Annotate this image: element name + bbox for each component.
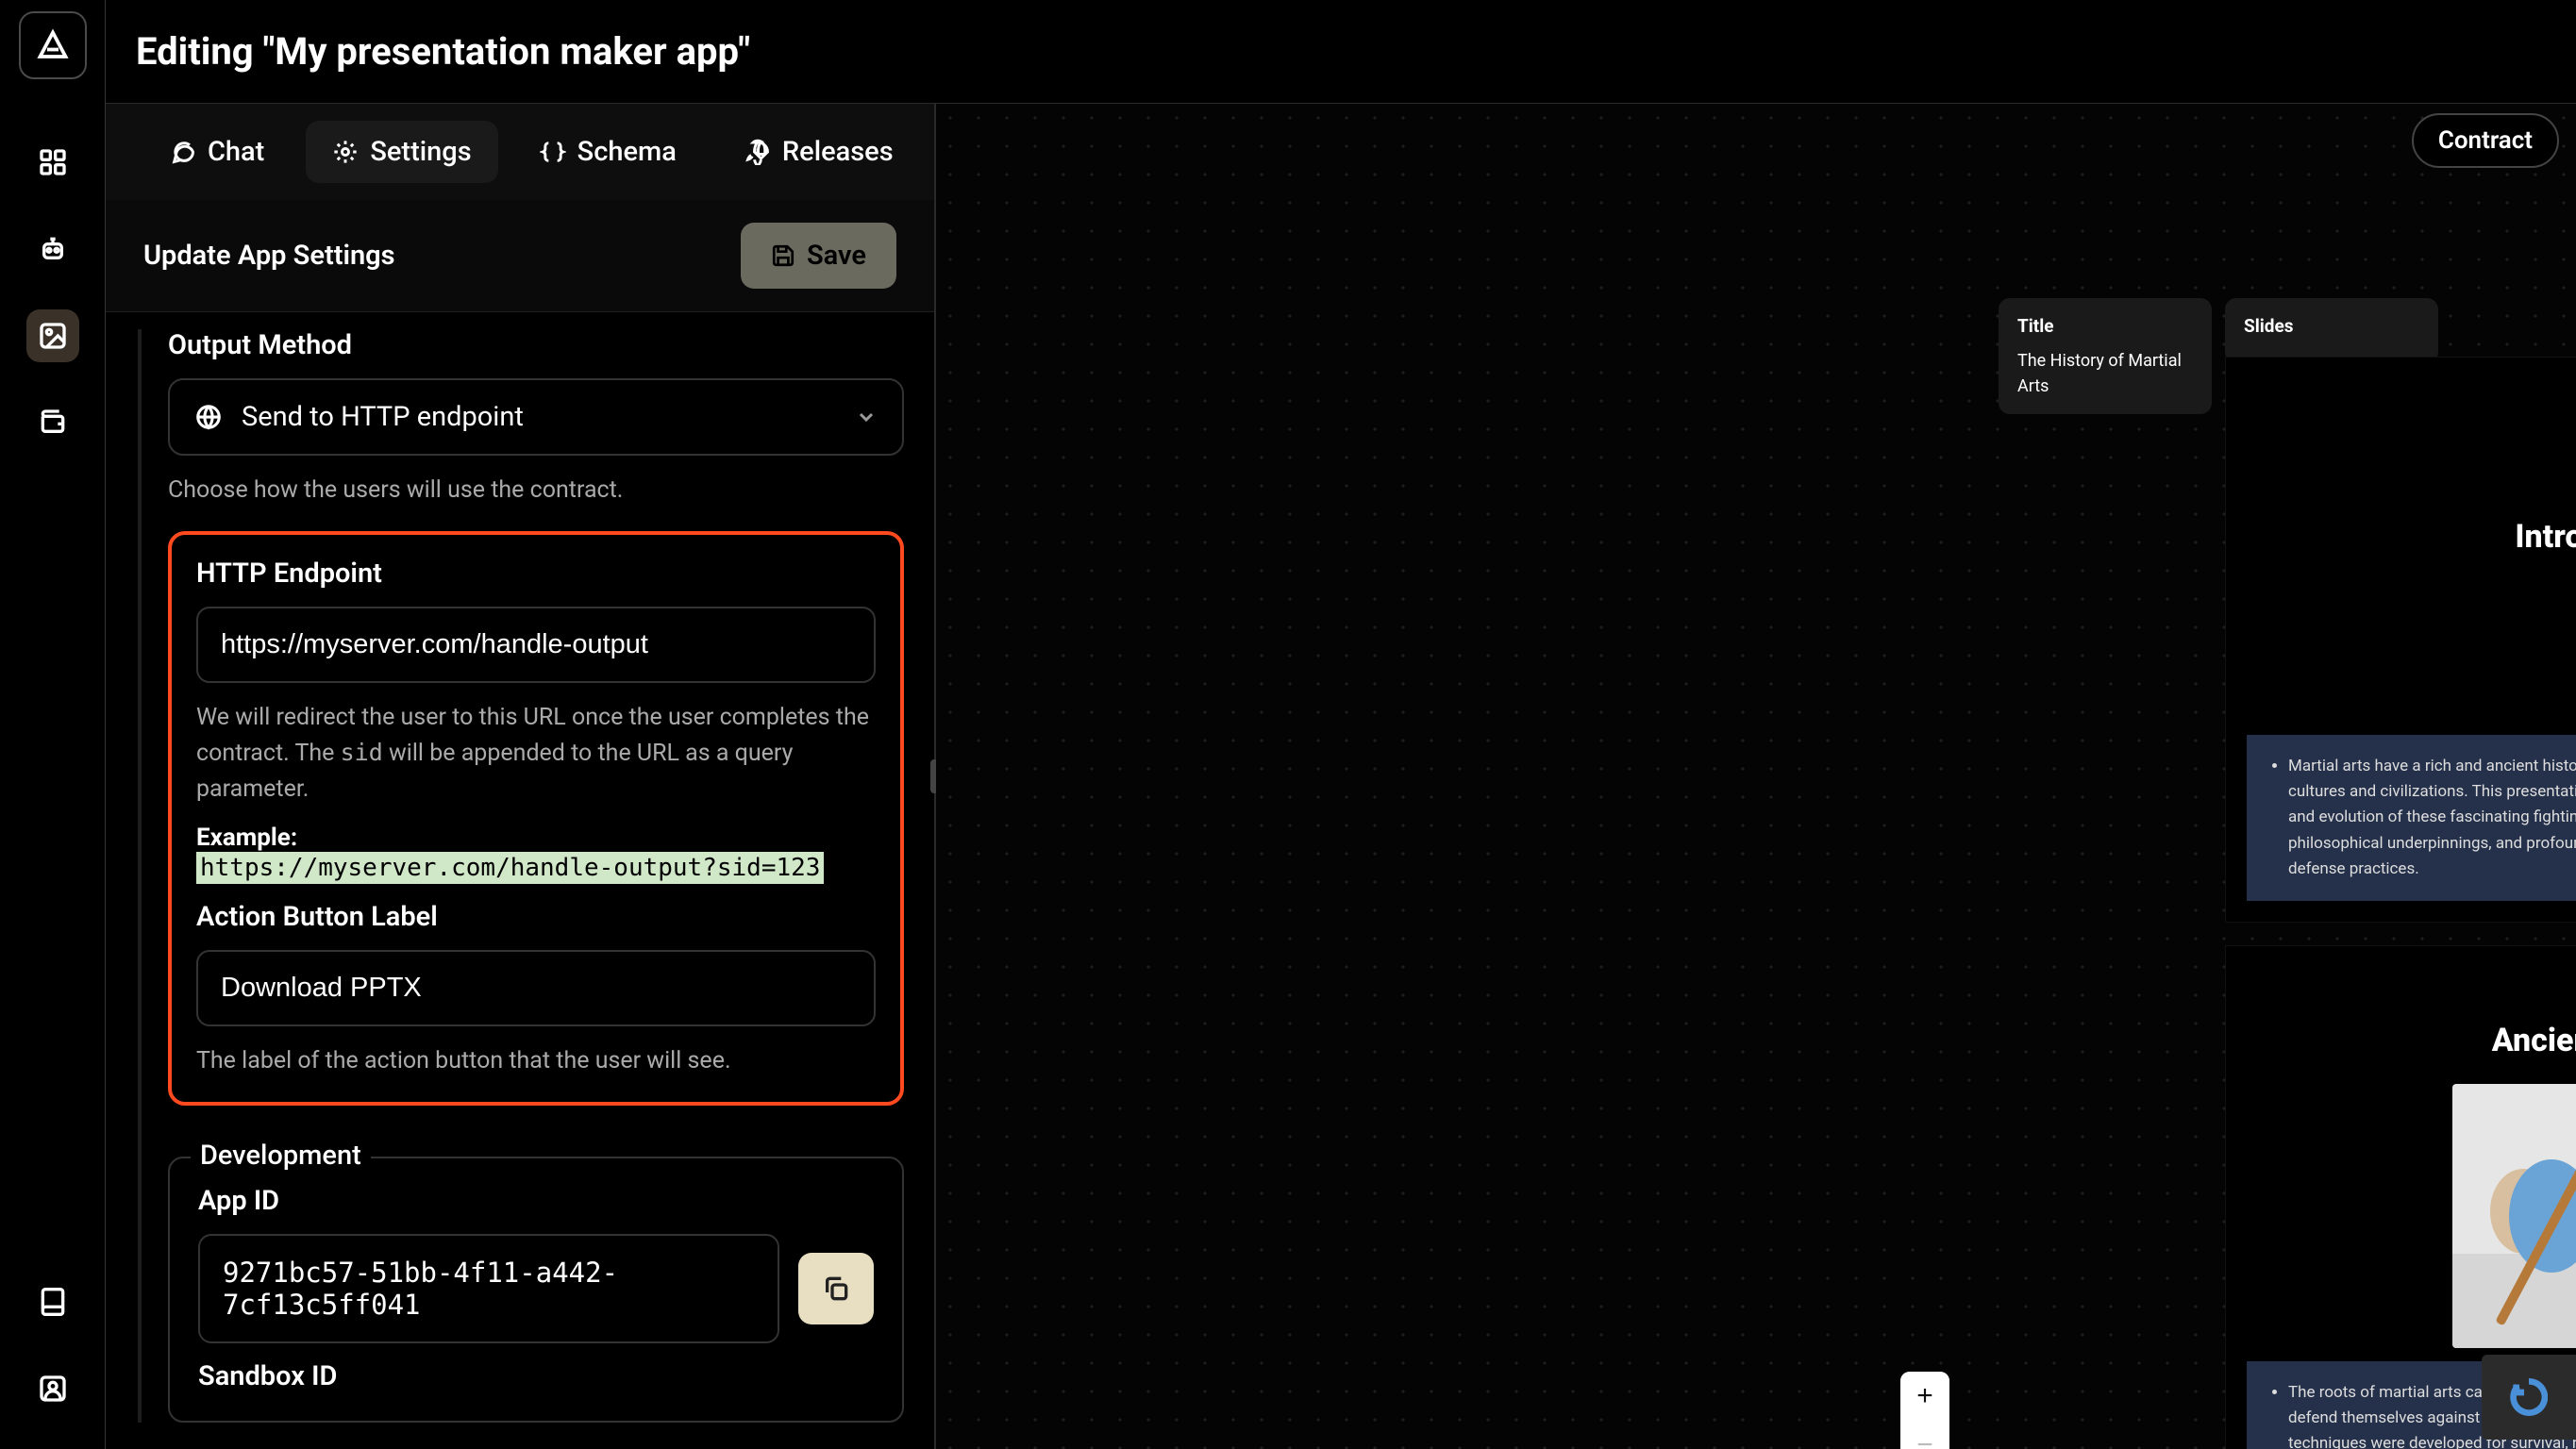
chevron-down-icon — [855, 406, 878, 428]
node-slides[interactable]: Slides — [2225, 298, 2438, 363]
http-endpoint-title: HTTP Endpoint — [196, 558, 876, 590]
slide-1[interactable]: Introduction Martial arts have a rich an… — [2225, 357, 2576, 923]
contract-button[interactable]: Contract — [2412, 113, 2559, 168]
nav-docs[interactable] — [26, 1275, 79, 1328]
globe-icon — [194, 403, 223, 431]
nav-account[interactable] — [26, 1362, 79, 1415]
image-icon — [38, 321, 68, 351]
app-id-label: App ID — [198, 1185, 874, 1217]
panel-tabs: Chat Settings Schema Releases — [106, 104, 934, 200]
app-logo[interactable] — [19, 11, 87, 79]
app-id-value[interactable]: 9271bc57-51bb-4f11-a442-7cf13c5ff041 — [198, 1234, 779, 1343]
nav-apps[interactable] — [26, 309, 79, 362]
tab-releases[interactable]: Releases — [718, 121, 920, 183]
slide-2-illustration — [2452, 1084, 2576, 1348]
gear-icon — [332, 139, 359, 165]
action-button-label-hint: The label of the action button that the … — [196, 1043, 876, 1079]
panel-header-title: Update App Settings — [143, 240, 395, 272]
output-method-hint: Choose how the users will use the contra… — [168, 473, 904, 508]
icon-rail — [0, 0, 106, 1449]
zoom-in-button[interactable]: + — [1900, 1372, 1949, 1421]
recaptcha-badge[interactable] — [2482, 1355, 2576, 1440]
nav-bot[interactable] — [26, 223, 79, 275]
user-icon — [38, 1374, 68, 1404]
recaptcha-icon — [2510, 1378, 2548, 1416]
panel-header: Update App Settings Save — [106, 200, 934, 312]
copy-app-id-button[interactable] — [798, 1253, 874, 1324]
http-endpoint-example: Example: https://myserver.com/handle-out… — [196, 824, 876, 884]
action-button-label-input[interactable] — [196, 950, 876, 1026]
grid-icon — [38, 147, 68, 177]
chat-icon — [170, 139, 196, 165]
titlebar: Editing "My presentation maker app" — [106, 0, 2576, 104]
preview-canvas[interactable]: Contract Title The History of Martial Ar… — [936, 104, 2576, 1449]
zoom-out-button[interactable]: − — [1900, 1421, 1949, 1449]
tab-settings[interactable]: Settings — [306, 121, 497, 183]
action-button-label-title: Action Button Label — [196, 901, 876, 933]
output-method-select[interactable]: Send to HTTP endpoint — [168, 378, 904, 456]
book-icon — [38, 1287, 68, 1317]
braces-icon — [540, 139, 566, 165]
tab-schema[interactable]: Schema — [513, 121, 703, 183]
node-title[interactable]: Title The History of Martial Arts — [1999, 298, 2212, 414]
save-icon — [771, 243, 795, 268]
http-endpoint-card: HTTP Endpoint We will redirect the user … — [168, 531, 904, 1106]
rocket-icon — [744, 139, 771, 165]
tab-chat[interactable]: Chat — [143, 121, 291, 183]
nav-dashboard[interactable] — [26, 136, 79, 189]
page-title: Editing "My presentation maker app" — [136, 29, 750, 74]
http-endpoint-hint: We will redirect the user to this URL on… — [196, 700, 876, 808]
wallet-icon — [38, 408, 68, 438]
settings-panel: Chat Settings Schema Releases — [106, 104, 936, 1449]
output-method-section: Output Method Send to HTTP endpoint Choo… — [168, 329, 904, 508]
robot-icon — [38, 234, 68, 264]
slide-2-title: Ancient Origins — [2492, 1022, 2576, 1059]
sandbox-id-label: Sandbox ID — [198, 1360, 874, 1392]
slide-1-body: Martial arts have a rich and ancient his… — [2247, 735, 2576, 901]
zoom-controls: + − — [1900, 1372, 1949, 1449]
copy-icon — [821, 1274, 851, 1304]
nav-wallet[interactable] — [26, 396, 79, 449]
http-endpoint-input[interactable] — [196, 607, 876, 683]
slide-1-title: Introduction — [2515, 518, 2576, 556]
save-button[interactable]: Save — [741, 223, 896, 289]
output-method-label: Output Method — [168, 329, 904, 361]
development-legend: Development — [191, 1140, 371, 1172]
development-fieldset: Development App ID 9271bc57-51bb-4f11-a4… — [168, 1157, 904, 1423]
